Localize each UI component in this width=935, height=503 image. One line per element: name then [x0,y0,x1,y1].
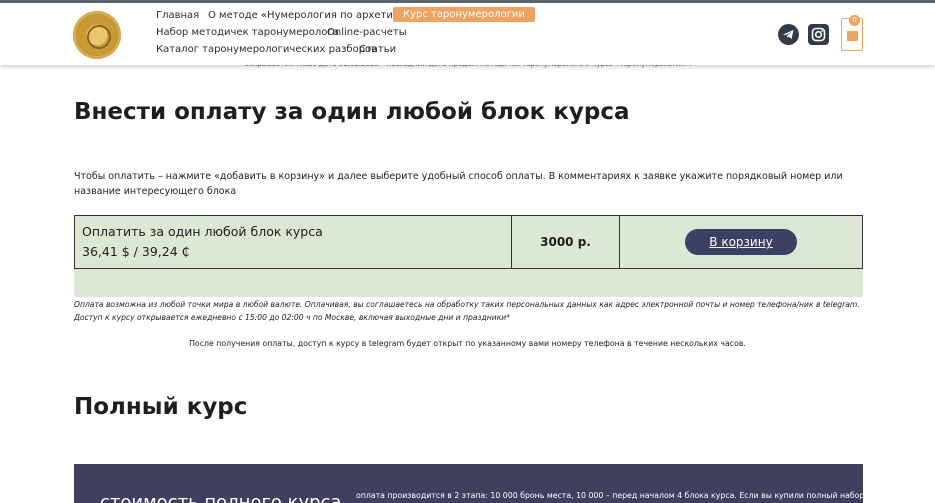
payment-intro: Чтобы оплатить – нажмите «добавить в кор… [74,171,843,197]
site-logo[interactable] [73,11,121,59]
full-course-title: Полный курс [74,394,248,420]
price-cell: 3000 р. [512,216,620,268]
nav-item-course[interactable]: Курс таронумерологии [393,7,535,22]
nav-item-method[interactable]: О методе «Нумерология по архетипам» [208,10,419,21]
product-name: Оплатить за один любой блок курса [82,224,323,239]
product-cell: Оплатить за один любой блок курса 36,41 … [75,216,512,268]
site-header: Главная О методе «Нумерология по архетип… [0,3,935,65]
full-course-payment-text: оплата производится в 2 этапа: 10 000 бр… [356,491,863,500]
action-cell: В корзину [620,216,862,268]
payment-note: Оплата возможна из любой точки мира в лю… [74,300,860,322]
table-footer-strip [74,269,863,297]
nav-item-articles[interactable]: Статьи [359,44,396,55]
payment-table: Оплатить за один любой блок курса 36,41 … [74,215,863,269]
product-price: 3000 р. [540,235,591,249]
telegram-icon[interactable] [778,24,799,45]
after-payment-text: После получения оплаты, доступ к курсу в… [189,339,746,348]
full-course-block: стоимость полного курса оплата производи… [74,464,863,503]
add-to-cart-button[interactable]: В корзину [685,229,797,255]
cart-bag-icon [847,31,858,41]
nav-item-catalog[interactable]: Каталог таронумерологических разборов [156,44,377,55]
nav-item-home[interactable]: Главная [156,10,199,21]
instagram-icon[interactable] [808,24,829,45]
nav-item-online[interactable]: Online-расчеты [327,27,407,38]
cart-count-badge: 0 [849,15,860,26]
full-course-price-title: стоимость полного курса [100,492,342,503]
nav-item-manuals[interactable]: Набор методичек таронумеролога [156,27,339,38]
product-alt-price: 36,41 $ / 39,24 ₵ [82,244,190,259]
page-title: Внести оплату за один любой блок курса [74,99,630,125]
